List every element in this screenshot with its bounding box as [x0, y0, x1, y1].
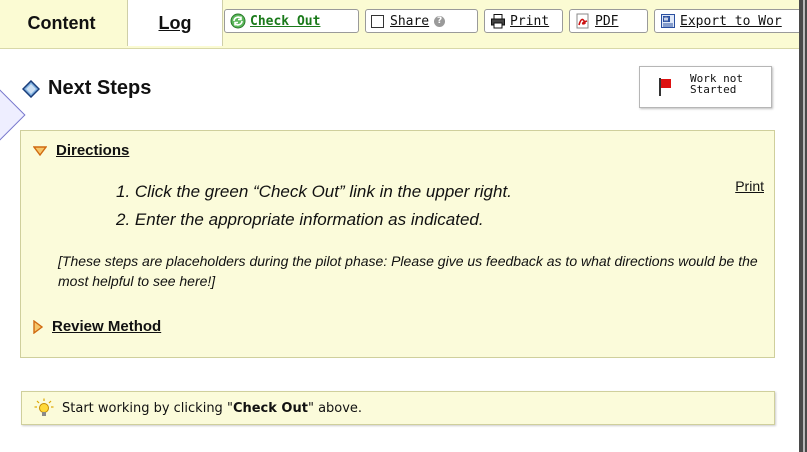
- export-to-word-button[interactable]: Export to Wor: [654, 9, 807, 33]
- share-label: Share: [390, 13, 430, 29]
- print-button[interactable]: Print: [484, 9, 563, 33]
- tab-content-label: Content: [27, 12, 96, 33]
- tab-bar: Content Log Check Out Share ? Print PDF: [0, 0, 807, 49]
- check-out-button[interactable]: Check Out: [224, 9, 359, 33]
- directions-print-link[interactable]: Print: [735, 178, 764, 194]
- help-icon[interactable]: ?: [434, 15, 446, 27]
- hint-prefix: Start working by clicking ": [62, 400, 233, 416]
- red-flag-icon: [659, 78, 671, 96]
- share-button[interactable]: Share ?: [365, 9, 478, 33]
- review-method-label: Review Method: [52, 318, 162, 335]
- word-icon: [661, 14, 675, 28]
- directions-header[interactable]: Directions: [33, 142, 129, 159]
- steps-list: 1. Click the green “Check Out” link in t…: [116, 178, 512, 234]
- status-badge[interactable]: Work not Started: [639, 66, 772, 108]
- tab-log[interactable]: Log: [127, 0, 223, 46]
- hint-bar: Start working by clicking " Check Out " ab…: [21, 391, 775, 425]
- page-heading: Next Steps: [22, 77, 151, 100]
- tab-log-label: Log: [158, 12, 192, 33]
- lightbulb-icon: [34, 398, 54, 416]
- tab-content[interactable]: Content: [0, 0, 123, 46]
- share-checkbox-icon: [371, 14, 384, 28]
- triangle-down-icon: [33, 145, 47, 156]
- hint-suffix: " above.: [307, 400, 363, 416]
- review-method-header[interactable]: Review Method: [33, 318, 161, 335]
- triangle-right-icon: [33, 319, 43, 334]
- pdf-label: PDF: [595, 13, 619, 29]
- check-out-label: Check Out: [250, 13, 321, 29]
- directions-note: [These steps are placeholders during the…: [58, 253, 758, 289]
- directions-label: Directions: [56, 142, 130, 159]
- print-label: Print: [510, 13, 550, 29]
- check-out-icon: [230, 13, 246, 29]
- pdf-button[interactable]: PDF: [569, 9, 648, 33]
- scrollbar-track: [803, 0, 805, 452]
- pdf-icon: [576, 13, 589, 29]
- directions-panel: Directions 1. Click the green “Check Out…: [20, 130, 775, 358]
- status-text: Work not Started: [690, 72, 743, 96]
- vertical-scrollbar[interactable]: [799, 0, 807, 452]
- hint-check-out: Check Out: [232, 400, 308, 416]
- step-item: 1. Click the green “Check Out” link in t…: [116, 182, 512, 201]
- page-title: Next Steps: [48, 77, 152, 99]
- export-label: Export to Wor: [680, 13, 782, 29]
- printer-icon: [491, 14, 505, 29]
- diamond-icon: [22, 79, 40, 98]
- step-item: 2. Enter the appropriate information as …: [116, 210, 484, 229]
